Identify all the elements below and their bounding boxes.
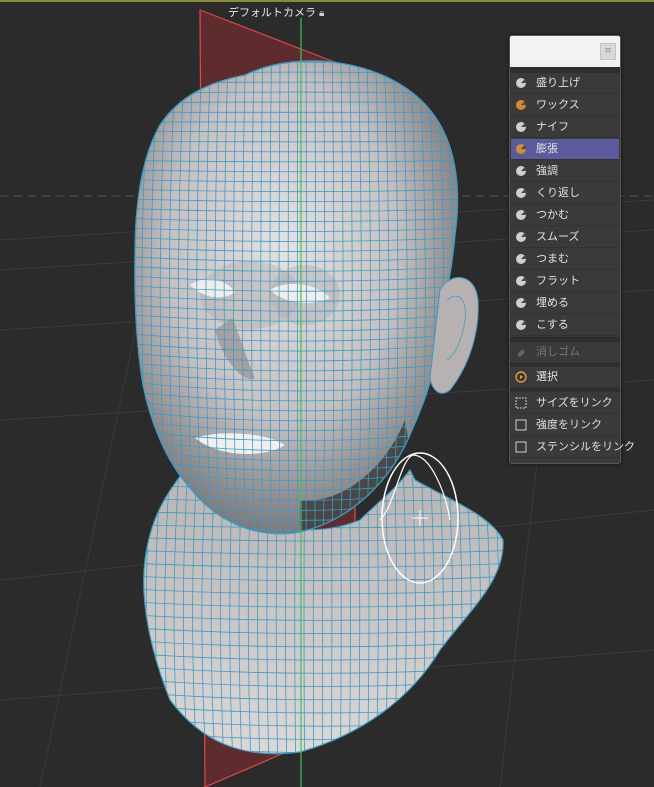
link-item[interactable]: ステンシルをリンク [511,437,635,458]
menu-icon[interactable]: ≡ [600,43,616,60]
brush-item[interactable]: 盛り上げ [511,73,619,94]
brush-item[interactable]: ワックス [511,95,619,116]
brush-item[interactable]: スムーズ [511,227,619,248]
link-item[interactable]: 強度をリンク [511,415,619,436]
inflate-brush-icon [516,144,526,154]
eraser-icon [517,349,525,357]
brush-item[interactable]: フラット [511,271,619,292]
select-item[interactable]: 選択 [511,367,619,388]
brush-label: くり返し [536,186,580,199]
select-label: 選択 [536,370,558,383]
brush-label: フラット [536,274,580,287]
viewport[interactable]: デフォルトカメラ 🔒︎ ≡ 盛り上げワックスナイフ膨張強調くり返しつかむスムーズつ… [0,0,654,787]
head-mesh[interactable] [115,42,481,560]
brush-item[interactable]: 埋める [511,293,619,314]
brush-item[interactable]: ナイフ [511,117,619,138]
pinch-brush-icon [516,166,526,176]
brush-label: ナイフ [536,120,569,133]
knife-brush-icon [516,122,526,132]
brush-label: つかむ [536,208,569,221]
pinch2-brush-icon [516,254,526,264]
grab-brush-icon [516,210,526,220]
camera-title-text: デフォルトカメラ [228,6,316,19]
brush-label: ワックス [536,98,580,111]
sphere-brush-icon [516,78,526,88]
link-label: サイズをリンク [536,396,613,409]
smooth-brush-icon [516,232,526,242]
brush-label: 膨張 [536,142,558,155]
scrape-brush-icon [516,320,526,330]
brush-label: 埋める [536,296,569,309]
brush-label: 強調 [536,164,558,177]
brush-panel-header: ≡ [510,36,620,67]
eraser-item: 消しゴム [511,342,619,363]
link-label: 強度をリンク [536,418,602,431]
camera-title[interactable]: デフォルトカメラ 🔒︎ [228,5,324,21]
link-label: ステンシルをリンク [536,440,635,453]
brush-item[interactable]: 強調 [511,161,619,182]
brush-label: こする [536,318,569,331]
link-item[interactable]: サイズをリンク [511,393,619,414]
link-size-icon [515,397,527,409]
eraser-label: 消しゴム [536,345,580,358]
brush-label: スムーズ [536,230,580,243]
flatten-brush-icon [516,276,526,286]
brush-item[interactable]: くり返し [511,183,619,204]
link-stencil-icon [515,441,527,453]
repeat-brush-icon [516,188,526,198]
lock-icon[interactable]: 🔒︎ [319,6,324,22]
brush-panel: ≡ 盛り上げワックスナイフ膨張強調くり返しつかむスムーズつまむフラット埋めるこす… [509,35,635,464]
brush-item[interactable]: つかむ [511,205,619,226]
divider [510,388,620,392]
wax-brush-icon [516,100,526,110]
brush-item[interactable]: こする [511,315,619,336]
brush-item[interactable]: つまむ [511,249,619,270]
select-icon [515,371,527,383]
brush-label: つまむ [536,252,569,265]
brush-label: 盛り上げ [536,76,580,89]
brush-item[interactable]: 膨張 [511,139,619,160]
fill-brush-icon [516,298,526,308]
link-strength-icon [515,419,527,431]
